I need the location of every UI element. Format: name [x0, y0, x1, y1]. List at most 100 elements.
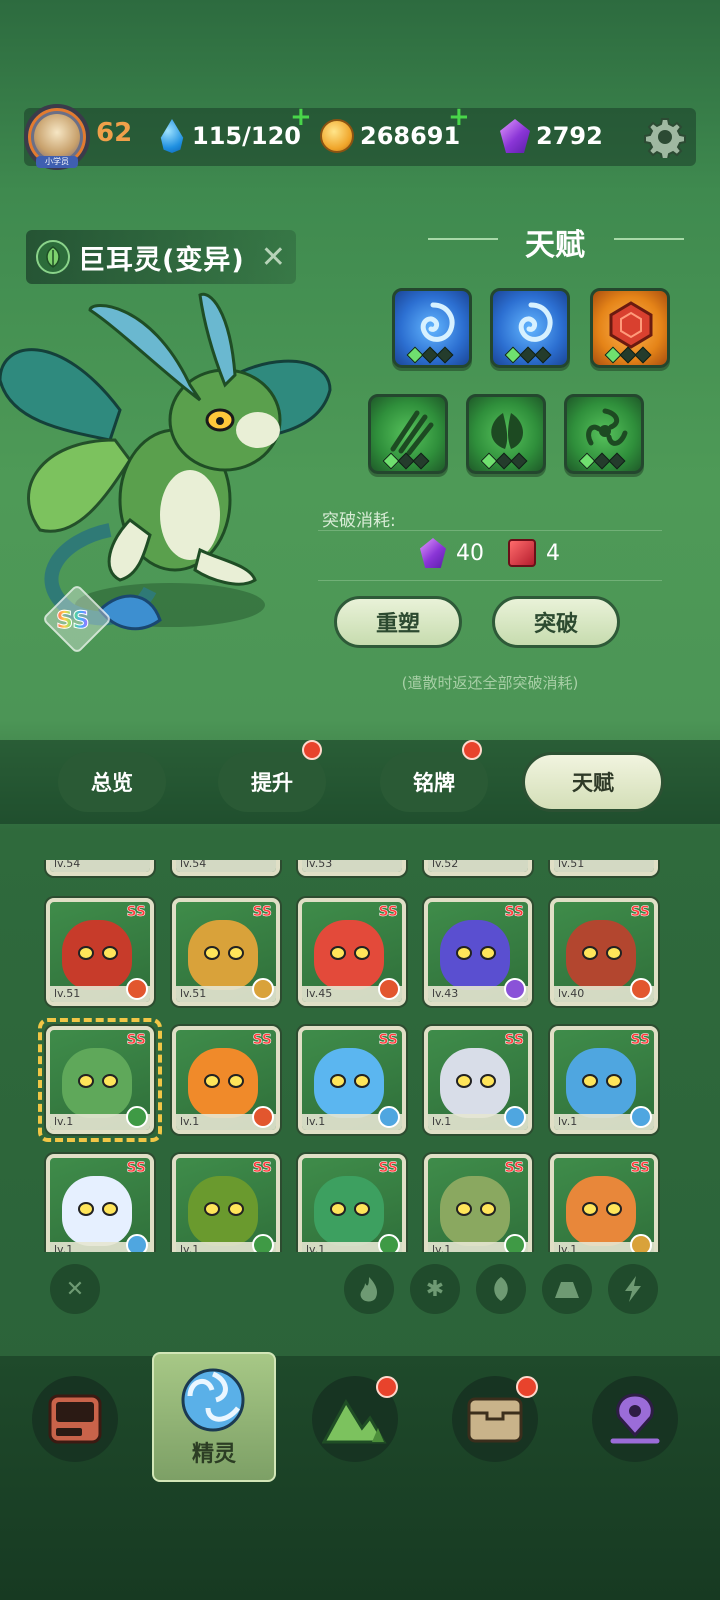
- pet-level: lv.54: [50, 860, 150, 872]
- level-dots: [406, 346, 454, 364]
- pet-grid[interactable]: lv.54 lv.54 lv.53 lv.52 lv.51 SS lv.51 SS l…: [0, 860, 720, 1252]
- level-dots: [480, 452, 528, 470]
- gem-amount: 2792: [536, 122, 603, 150]
- pet-eyes: [204, 946, 244, 960]
- pet-card[interactable]: SS lv.1: [172, 1026, 280, 1134]
- pet-name: 巨耳灵(变异): [78, 244, 245, 276]
- fire-element-icon: [630, 978, 652, 1000]
- pet-card[interactable]: SS lv.1: [550, 1154, 658, 1252]
- tab-overview[interactable]: 总览: [58, 752, 166, 812]
- pet-card[interactable]: SS lv.43: [424, 898, 532, 1006]
- break-button[interactable]: 突破: [492, 596, 620, 648]
- pet-card[interactable]: SS lv.51: [172, 898, 280, 1006]
- player-avatar[interactable]: 小学员: [24, 104, 90, 170]
- pet-card[interactable]: SS lv.45: [298, 898, 406, 1006]
- rarity-label: SS: [504, 1032, 524, 1049]
- clear-filter-icon[interactable]: ✕: [50, 1264, 100, 1314]
- settings-gear-icon[interactable]: [644, 116, 686, 158]
- tab-upgrade[interactable]: 提升: [218, 752, 326, 812]
- break-cost-label: 突破消耗:: [322, 511, 396, 531]
- pet-card[interactable]: SS lv.1: [550, 1026, 658, 1134]
- lightning-filter-icon[interactable]: [608, 1264, 658, 1314]
- leaves-icon: [491, 413, 523, 449]
- grass-element-icon: [36, 240, 70, 274]
- player-level: 62: [96, 118, 133, 148]
- pet-card[interactable]: lv.54: [172, 860, 280, 876]
- reshape-button[interactable]: 重塑: [334, 596, 462, 648]
- tab-nameplate[interactable]: 铭牌: [380, 752, 488, 812]
- add-water-icon[interactable]: +: [290, 102, 312, 132]
- rarity-label: SS: [252, 904, 272, 921]
- level-dots: [382, 452, 430, 470]
- talent-slot[interactable]: [368, 394, 448, 474]
- grass-filter-icon[interactable]: [476, 1264, 526, 1314]
- grass-element-icon: [504, 1234, 526, 1252]
- rarity-label: SS: [378, 1032, 398, 1049]
- pet-card[interactable]: SS lv.1: [424, 1154, 532, 1252]
- spiral-icon: [518, 302, 553, 342]
- pet-eyes: [330, 1202, 370, 1216]
- avatar-image: [34, 114, 80, 160]
- close-icon[interactable]: ✕: [261, 240, 286, 275]
- talent-slot[interactable]: [564, 394, 644, 474]
- fire-filter-icon[interactable]: [344, 1264, 394, 1314]
- talent-slot[interactable]: [490, 288, 570, 368]
- pet-eyes: [78, 1202, 118, 1216]
- pet-card[interactable]: SS lv.1: [172, 1154, 280, 1252]
- pet-card[interactable]: SS lv.1: [298, 1026, 406, 1134]
- coin-resource[interactable]: 268691 +: [320, 102, 470, 160]
- ice-filter-icon[interactable]: ✱: [410, 1264, 460, 1314]
- pet-card[interactable]: SS lv.51: [46, 898, 154, 1006]
- ice-element-icon: [504, 1106, 526, 1128]
- talent-slot[interactable]: [590, 288, 670, 368]
- nav-device[interactable]: [32, 1376, 118, 1462]
- pet-eyes: [204, 1202, 244, 1216]
- pet-name-bar: 巨耳灵(变异) ✕: [26, 230, 296, 284]
- rarity-label: SS: [126, 904, 146, 921]
- pet-card[interactable]: SS lv.1: [424, 1026, 532, 1134]
- nav-map[interactable]: [592, 1376, 678, 1462]
- pet-card[interactable]: SS lv.40: [550, 898, 658, 1006]
- pet-card[interactable]: lv.51: [550, 860, 658, 876]
- rarity-label: SS: [630, 1160, 650, 1177]
- rarity-label: SS: [378, 904, 398, 921]
- talent-slot[interactable]: [392, 288, 472, 368]
- gem-resource[interactable]: 2792: [500, 112, 603, 160]
- add-coin-icon[interactable]: +: [448, 102, 470, 132]
- break-cost-row: 40 4: [420, 538, 560, 568]
- refund-hint: (遣散时返还全部突破消耗): [401, 674, 579, 692]
- pet-card[interactable]: lv.53: [298, 860, 406, 876]
- pet-level: lv.51: [554, 860, 654, 872]
- rarity-label: SS: [56, 606, 90, 635]
- water-resource[interactable]: 115/120 +: [158, 102, 312, 160]
- water-drop-icon: [160, 119, 184, 153]
- pet-card[interactable]: SS lv.1: [298, 1154, 406, 1252]
- earth-element-icon: [630, 1234, 652, 1252]
- earth-filter-icon[interactable]: [542, 1264, 592, 1314]
- selection-frame: [38, 1018, 162, 1142]
- talent-slot[interactable]: [466, 394, 546, 474]
- pet-eyes: [456, 1074, 496, 1088]
- mountain-icon: [322, 1399, 387, 1444]
- pet-card[interactable]: lv.54: [46, 860, 154, 876]
- pet-card[interactable]: lv.52: [424, 860, 532, 876]
- lightning-element-icon: [504, 978, 526, 1000]
- pet-card[interactable]: SS lv.1: [46, 1154, 154, 1252]
- red-book-icon: [508, 539, 536, 567]
- ice-element-icon: [378, 1106, 400, 1128]
- pet-level: lv.53: [302, 860, 402, 872]
- rarity-label: SS: [126, 1160, 146, 1177]
- pet-level: lv.52: [428, 860, 528, 872]
- notification-dot: [462, 740, 482, 760]
- pet-eyes: [582, 946, 622, 960]
- pet-eyes: [456, 1202, 496, 1216]
- pet-eyes: [78, 946, 118, 960]
- talent-title: 天赋: [525, 228, 585, 263]
- ice-element-icon: [126, 1234, 148, 1252]
- pet-eyes: [204, 1074, 244, 1088]
- rarity-badge: SS: [41, 583, 113, 655]
- divider: [318, 530, 662, 531]
- grass-element-icon: [378, 1234, 400, 1252]
- spiral-icon: [420, 302, 455, 342]
- tab-talent[interactable]: 天赋: [522, 752, 664, 812]
